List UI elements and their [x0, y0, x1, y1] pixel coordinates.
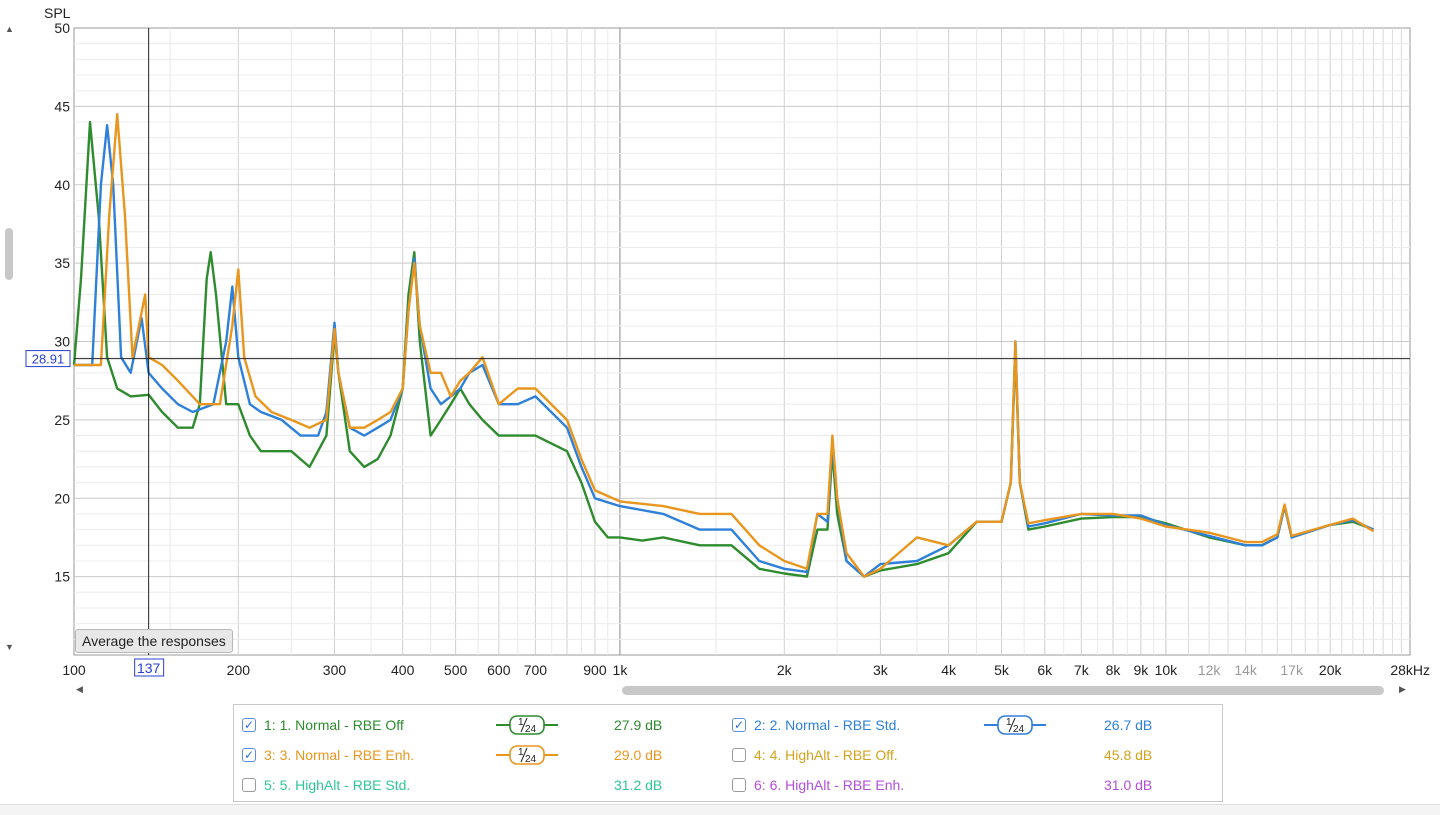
x-tick-label: 7k: [1074, 662, 1090, 678]
legend-label: 5: 5. HighAlt - RBE Std.: [264, 777, 411, 793]
y-tick-label: 25: [54, 412, 70, 428]
legend-label: 1: 1. Normal - RBE Off: [264, 717, 404, 733]
y-tick-label: 15: [54, 569, 70, 585]
legend-value: 27.9 dB: [614, 717, 663, 733]
scroll-down-arrow-icon[interactable]: ▼: [5, 642, 14, 652]
x-tick-label: 200: [227, 662, 251, 678]
x-tick-label: 20k: [1319, 662, 1343, 678]
x-tick-label: 17k: [1280, 662, 1304, 678]
legend-value: 31.2 dB: [614, 777, 663, 793]
legend-label: 3: 3. Normal - RBE Enh.: [264, 747, 415, 763]
x-tick-label: 28kHz: [1390, 662, 1430, 678]
legend-label: 6: 6. HighAlt - RBE Enh.: [754, 777, 905, 793]
x-tick-label: 600: [487, 662, 511, 678]
x-tick-label: 400: [391, 662, 415, 678]
x-tick-label: 8k: [1106, 662, 1122, 678]
y-tick-label: 40: [54, 177, 70, 193]
legend-value: 26.7 dB: [1104, 717, 1153, 733]
legend-checkbox[interactable]: [732, 778, 746, 792]
x-tick-label: 12k: [1198, 662, 1222, 678]
legend-item-4[interactable]: 4: 4. HighAlt - RBE Off.: [732, 743, 898, 767]
x-tick-label: 1k: [613, 662, 629, 678]
y-tick-label: 50: [54, 20, 70, 36]
y-tick-label: 20: [54, 490, 70, 506]
x-tick-label: 5k: [994, 662, 1010, 678]
legend-value: 45.8 dB: [1104, 747, 1153, 763]
legend-item-3[interactable]: ✓ 3: 3. Normal - RBE Enh.: [242, 743, 414, 767]
frequency-response-chart[interactable]: 15 20 25 30 35 40 45 50SPL 100 200 300 400 500 600 700…: [0, 0, 1440, 700]
y-tick-label: 45: [54, 98, 70, 114]
status-bar: [0, 804, 1440, 815]
legend-smoothing-icon[interactable]: 124: [496, 713, 558, 737]
scroll-left-arrow-icon[interactable]: ◀: [76, 684, 83, 695]
legend-checkbox[interactable]: [732, 748, 746, 762]
x-tick-label: 300: [323, 662, 347, 678]
svg-text:24: 24: [525, 754, 537, 765]
x-tick-label: 14k: [1234, 662, 1258, 678]
legend-panel: ✓ 1: 1. Normal - RBE Off 1 24 27.9 dB ✓ 2: 2. …: [233, 704, 1223, 802]
legend-value: 31.0 dB: [1104, 777, 1153, 793]
y-axis-title: SPL: [44, 5, 71, 21]
average-responses-button[interactable]: Average the responses: [75, 629, 233, 653]
x-tick-label: 2k: [777, 662, 793, 678]
svg-text:24: 24: [525, 724, 537, 735]
x-tick-label: 100: [62, 662, 86, 678]
legend-value: 29.0 dB: [614, 747, 663, 763]
vertical-scrollbar-thumb[interactable]: [5, 228, 13, 280]
x-tick-label: 500: [444, 662, 468, 678]
legend-item-5[interactable]: 5: 5. HighAlt - RBE Std.: [242, 773, 410, 797]
cursor-y-readout: 28.91: [32, 352, 65, 367]
x-tick-label: 3k: [873, 662, 889, 678]
x-tick-label: 900: [583, 662, 607, 678]
legend-label: 2: 2. Normal - RBE Std.: [754, 717, 901, 733]
y-tick-label: 30: [54, 334, 70, 350]
x-tick-label: 4k: [941, 662, 957, 678]
legend-checkbox[interactable]: ✓: [242, 718, 256, 732]
legend-item-6[interactable]: 6: 6. HighAlt - RBE Enh.: [732, 773, 904, 797]
x-tick-label: 9k: [1133, 662, 1149, 678]
legend-item-2[interactable]: ✓ 2: 2. Normal - RBE Std.: [732, 713, 900, 737]
cursor-x-readout: 137: [137, 660, 161, 676]
legend-item-1[interactable]: ✓ 1: 1. Normal - RBE Off: [242, 713, 404, 737]
svg-text:24: 24: [1013, 724, 1025, 735]
scroll-right-arrow-icon[interactable]: ▶: [1399, 684, 1406, 695]
legend-smoothing-icon[interactable]: 124: [984, 713, 1046, 737]
legend-checkbox[interactable]: [242, 778, 256, 792]
horizontal-scrollbar-thumb[interactable]: [622, 686, 1384, 695]
legend-checkbox[interactable]: ✓: [242, 748, 256, 762]
x-tick-label: 700: [524, 662, 548, 678]
y-tick-label: 35: [54, 255, 70, 271]
scroll-up-arrow-icon[interactable]: ▲: [5, 24, 14, 34]
legend-label: 4: 4. HighAlt - RBE Off.: [754, 747, 898, 763]
x-tick-label: 6k: [1037, 662, 1053, 678]
x-tick-label: 10k: [1155, 662, 1179, 678]
legend-smoothing-icon[interactable]: 124: [496, 743, 558, 767]
legend-checkbox[interactable]: ✓: [732, 718, 746, 732]
